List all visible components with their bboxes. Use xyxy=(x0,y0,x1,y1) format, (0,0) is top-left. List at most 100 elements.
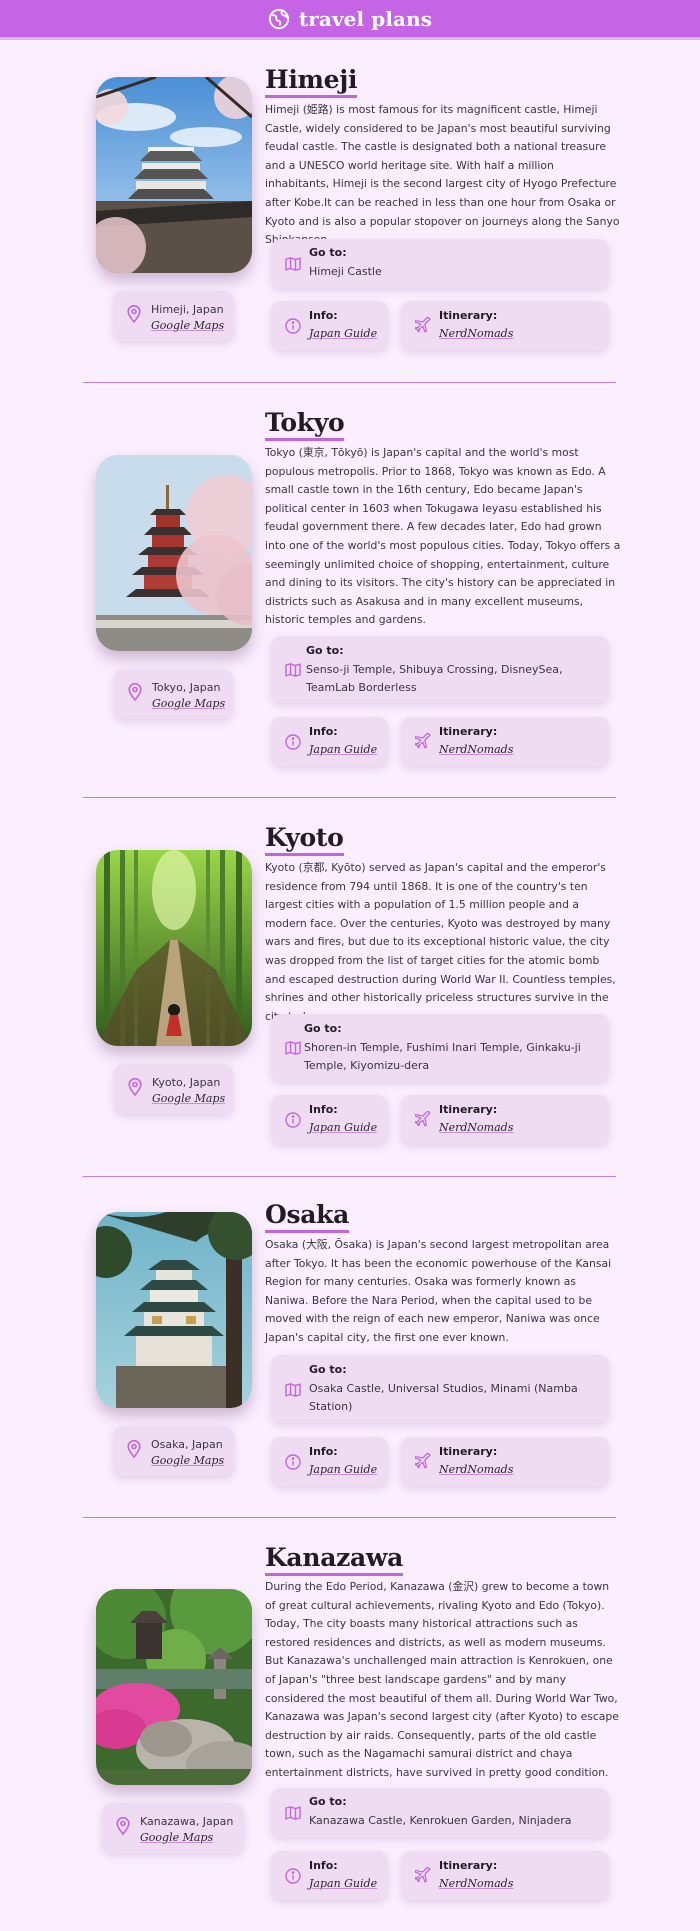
map-icon xyxy=(285,662,301,681)
location-label: Kanazawa, Japan xyxy=(140,1814,234,1828)
itinerary-link[interactable]: NerdNomads xyxy=(439,743,513,756)
itinerary-card[interactable]: Itinerary: NerdNomads xyxy=(401,301,609,350)
airplane-icon xyxy=(414,316,432,338)
city-description: Kyoto (京都, Kyōto) served as Japan's capi… xyxy=(265,861,616,1023)
city-description: Himeji (姫路) is most famous for its magni… xyxy=(265,103,620,246)
go-to-label: Go to: xyxy=(304,1022,342,1035)
go-to-card: Go to: Himeji Castle xyxy=(271,239,609,288)
map-pin-icon xyxy=(128,682,142,705)
itinerary-card[interactable]: Itinerary: NerdNomads xyxy=(401,1851,609,1900)
google-maps-link[interactable]: Google Maps xyxy=(140,1831,233,1844)
city-photo xyxy=(96,77,252,273)
itinerary-label: Itinerary: xyxy=(439,309,498,322)
info-label: Info: xyxy=(309,725,338,738)
map-icon xyxy=(285,256,301,275)
info-link[interactable]: Japan Guide xyxy=(309,743,377,756)
itinerary-link[interactable]: NerdNomads xyxy=(439,1877,513,1890)
info-icon xyxy=(285,1454,301,1474)
go-to-value: Senso-ji Temple, Shibuya Crossing, Disne… xyxy=(306,663,563,694)
go-to-card: Go to: Senso-ji Temple, Shibuya Crossing… xyxy=(271,636,609,703)
go-to-card: Go to: Shoren-in Temple, Fushimi Inari T… xyxy=(271,1014,609,1081)
itinerary-link[interactable]: NerdNomads xyxy=(439,1121,513,1134)
itinerary-card[interactable]: Itinerary: NerdNomads xyxy=(401,1437,609,1486)
info-card[interactable]: Info: Japan Guide xyxy=(271,717,388,766)
airplane-icon xyxy=(414,732,432,754)
info-label: Info: xyxy=(309,1103,338,1116)
google-maps-link[interactable]: Google Maps xyxy=(152,1092,225,1105)
itinerary-card[interactable]: Itinerary: NerdNomads xyxy=(401,1095,609,1144)
itinerary-label: Itinerary: xyxy=(439,1445,498,1458)
go-to-value: Himeji Castle xyxy=(309,265,382,278)
location-label: Tokyo, Japan xyxy=(152,680,221,694)
info-icon xyxy=(285,1112,301,1132)
info-card[interactable]: Info: Japan Guide xyxy=(271,1095,388,1144)
go-to-label: Go to: xyxy=(309,1363,347,1376)
google-maps-link[interactable]: Google Maps xyxy=(151,1454,224,1467)
location-card[interactable]: Kanazawa, Japan Google Maps xyxy=(102,1803,244,1853)
info-link[interactable]: Japan Guide xyxy=(309,1463,377,1476)
city-description: Tokyo (東京, Tōkyō) is Japan's capital and… xyxy=(265,446,621,627)
info-card[interactable]: Info: Japan Guide xyxy=(271,1437,388,1486)
location-card[interactable]: Himeji, Japan Google Maps xyxy=(113,291,234,341)
info-link[interactable]: Japan Guide xyxy=(309,1121,377,1134)
city-description: Osaka (大阪, Ōsaka) is Japan's second larg… xyxy=(265,1238,612,1344)
app-title: travel plans xyxy=(298,6,433,31)
itinerary-link[interactable]: NerdNomads xyxy=(439,327,513,340)
go-to-label: Go to: xyxy=(306,644,344,657)
city-photo xyxy=(96,1212,252,1408)
city-section-tokyo: Tokyo, Japan Google Maps Tokyo Tokyo (東京… xyxy=(0,383,700,797)
header-bar: travel plans xyxy=(0,0,700,40)
info-card[interactable]: Info: Japan Guide xyxy=(271,1851,388,1900)
go-to-card: Go to: Osaka Castle, Universal Studios, … xyxy=(271,1355,609,1423)
go-to-label: Go to: xyxy=(309,246,347,259)
google-maps-link[interactable]: Google Maps xyxy=(151,319,224,332)
google-maps-link[interactable]: Google Maps xyxy=(152,697,225,710)
location-card[interactable]: Osaka, Japan Google Maps xyxy=(113,1426,234,1476)
itinerary-label: Itinerary: xyxy=(439,1103,498,1116)
map-icon xyxy=(285,1805,301,1824)
itinerary-card[interactable]: Itinerary: NerdNomads xyxy=(401,717,609,766)
itinerary-label: Itinerary: xyxy=(439,1859,498,1872)
city-title: Kyoto xyxy=(265,823,344,856)
city-section-osaka: Osaka, Japan Google Maps Osaka Osaka (大阪… xyxy=(0,1177,700,1517)
info-card[interactable]: Info: Japan Guide xyxy=(271,301,388,350)
go-to-card: Go to: Kanazawa Castle, Kenrokuen Garden… xyxy=(271,1788,609,1837)
map-pin-icon xyxy=(128,1077,142,1100)
airplane-icon xyxy=(414,1866,432,1888)
map-pin-icon xyxy=(127,304,141,327)
itinerary-label: Itinerary: xyxy=(439,725,498,738)
city-section-himeji: Himeji, Japan Google Maps Himeji Himeji … xyxy=(0,40,700,382)
city-section-kyoto: Kyoto, Japan Google Maps Kyoto Kyoto (京都… xyxy=(0,798,700,1176)
location-card[interactable]: Kyoto, Japan Google Maps xyxy=(114,1064,233,1114)
city-description: During the Edo Period, Kanazawa (金沢) gre… xyxy=(265,1580,619,1779)
info-icon xyxy=(285,318,301,338)
go-to-value: Shoren-in Temple, Fushimi Inari Temple, … xyxy=(304,1041,581,1072)
globe-icon xyxy=(268,8,290,30)
map-pin-icon xyxy=(127,1439,141,1462)
info-link[interactable]: Japan Guide xyxy=(309,1877,377,1890)
airplane-icon xyxy=(414,1110,432,1132)
city-title: Tokyo xyxy=(265,408,345,441)
airplane-icon xyxy=(414,1452,432,1474)
go-to-label: Go to: xyxy=(309,1795,347,1808)
location-label: Kyoto, Japan xyxy=(152,1075,221,1089)
map-icon xyxy=(285,1382,301,1401)
info-icon xyxy=(285,734,301,754)
info-label: Info: xyxy=(309,309,338,322)
city-photo xyxy=(96,455,252,651)
itinerary-link[interactable]: NerdNomads xyxy=(439,1463,513,1476)
info-icon xyxy=(285,1868,301,1888)
go-to-value: Osaka Castle, Universal Studios, Minami … xyxy=(309,1382,578,1413)
location-card[interactable]: Tokyo, Japan Google Maps xyxy=(114,669,233,719)
city-photo xyxy=(96,1589,252,1785)
info-label: Info: xyxy=(309,1445,338,1458)
info-link[interactable]: Japan Guide xyxy=(309,327,377,340)
go-to-value: Kanazawa Castle, Kenrokuen Garden, Ninja… xyxy=(309,1814,572,1827)
location-label: Himeji, Japan xyxy=(151,302,224,316)
city-title: Himeji xyxy=(265,65,358,98)
city-section-kanazawa: Kanazawa, Japan Google Maps Kanazawa Dur… xyxy=(0,1518,700,1931)
city-title: Osaka xyxy=(265,1200,349,1233)
map-pin-icon xyxy=(116,1816,130,1839)
city-photo xyxy=(96,850,252,1046)
map-icon xyxy=(285,1040,301,1059)
